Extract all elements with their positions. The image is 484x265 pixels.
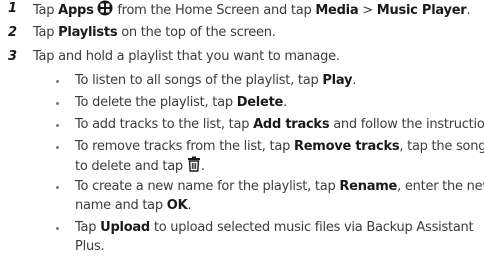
step-text: Tap Playlists on the top of the screen. <box>33 25 276 40</box>
playlists-label: Playlists <box>58 25 118 40</box>
bullet-text: To add tracks to the list, tap Add track… <box>75 117 484 132</box>
trash-icon <box>187 156 200 172</box>
step-text: Tap Apps from the Home Screen and tap Me… <box>33 0 471 20</box>
music-player-label: Music Player <box>376 3 467 18</box>
bullet-dot <box>56 102 59 105</box>
media-label: Media <box>315 3 359 18</box>
bullet-dot <box>56 146 59 149</box>
bullet-dot <box>56 80 59 83</box>
apps-icon <box>97 0 113 16</box>
bullet-text: To listen to all songs of the playlist, … <box>75 73 357 88</box>
bullet-text: To remove tracks from the list, tap Remo… <box>75 139 484 154</box>
bullet-text: To delete the playlist, tap Delete. <box>75 95 288 110</box>
step-number: 3 <box>8 49 17 64</box>
apps-label: Apps <box>58 3 94 18</box>
step-number: 2 <box>8 25 17 40</box>
step-text: Tap and hold a playlist that you want to… <box>33 49 340 64</box>
manual-page: 1 Tap Apps from the Home Screen and tap … <box>0 0 484 265</box>
bullet-text: Tap Upload to upload selected music file… <box>75 220 474 235</box>
bullet-text-continued: Plus. <box>75 239 105 254</box>
bullet-text-continued: name and tap OK. <box>75 198 192 213</box>
bullet-dot <box>56 186 59 189</box>
bullet-dot <box>56 227 59 230</box>
bullet-text-continued: to delete and tap . <box>75 156 205 176</box>
bullet-dot <box>56 124 59 127</box>
bullet-text: To create a new name for the playlist, t… <box>75 179 484 194</box>
step-number: 1 <box>8 1 17 16</box>
